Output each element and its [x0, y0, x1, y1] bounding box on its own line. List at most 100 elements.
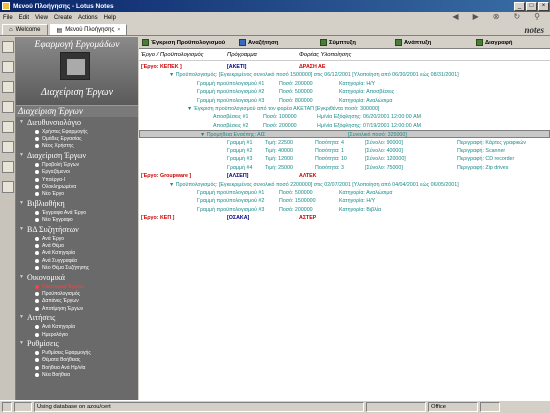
- delete-button[interactable]: Διαγραφή: [474, 38, 544, 48]
- table-row[interactable]: Αποσβέσεις #1 Ποσό: 100000 Ημ/νία Εξόφληση…: [139, 113, 550, 121]
- status-signal-icon[interactable]: [14, 402, 32, 412]
- bookmark-databases-icon[interactable]: [2, 161, 14, 173]
- table-row[interactable]: ▼ Έγκριση προϋπολογισμού από τον φορέα Α…: [139, 105, 550, 113]
- nav-item[interactable]: Νέο Θέμα Συζήτησης: [16, 264, 138, 271]
- minimize-button[interactable]: _: [514, 1, 525, 11]
- nav-item[interactable]: Ανά Έργο: [16, 235, 138, 242]
- nav-item[interactable]: Χρήστες Εφαρμογής: [16, 128, 138, 135]
- nav-category[interactable]: ▼ Διαχείριση Έργων: [16, 150, 138, 161]
- table-row[interactable]: Γραμμή #1 Τιμή: 22500 Ποσότητα: 4 [Σύνολο: …: [139, 139, 550, 147]
- nav-item[interactable]: Εργαζόμενοι: [16, 169, 138, 176]
- collapse-button[interactable]: Σύμπτυξη: [318, 38, 392, 48]
- nav-category[interactable]: ▼ Αιτήσεις: [16, 312, 138, 323]
- nav-item[interactable]: Ανά Κατηγορία: [16, 323, 138, 330]
- nav-category[interactable]: ▼ Οικονομικά: [16, 272, 138, 283]
- forward-icon[interactable]: ▶: [473, 12, 479, 21]
- nav-item[interactable]: Προβολή Έργων: [16, 161, 138, 168]
- expand-triangle-icon[interactable]: ▼: [19, 315, 27, 320]
- menu-file[interactable]: File: [3, 15, 13, 21]
- table-row[interactable]: Γραμμή προϋπολογισμού #3 Ποσό: 800000 Κατη…: [139, 97, 550, 105]
- nav-item-label: Ομάδες Εργασίας: [42, 136, 82, 143]
- table-cell: ▼ Προϋπολογισμός: [Εγκεκριμένος συνολικό…: [169, 181, 459, 188]
- close-button[interactable]: ×: [538, 1, 549, 11]
- table-row[interactable]: Γραμμή #2 Τιμή: 40000 Ποσότητα: 1 [Σύνολο: …: [139, 147, 550, 155]
- expand-triangle-icon[interactable]: ▼: [19, 275, 27, 280]
- table-cell: Κατηγορία: Αποσβέσεις: [339, 89, 395, 96]
- table-row[interactable]: Γραμμή προϋπολογισμού #3 Ποσό: 200000 Κατη…: [139, 206, 550, 214]
- table-cell: [Έργο: ΚΕΠΕΚ ]: [141, 64, 182, 70]
- expand-triangle-icon[interactable]: ▼: [19, 153, 27, 158]
- refresh-icon[interactable]: ↻: [513, 12, 520, 21]
- column-header-project[interactable]: Έργο / Προϋπολογισμός: [141, 52, 204, 58]
- nav-item[interactable]: Ανά Κατηγορία: [16, 250, 138, 257]
- bookmark-address-icon[interactable]: [2, 81, 14, 93]
- expand-triangle-icon[interactable]: ▼: [19, 120, 27, 125]
- table-row[interactable]: ▼ Προϋπολογισμός: [Εγκεκριμένος συνολικό…: [139, 181, 550, 189]
- nav-item[interactable]: Νέα Βοήθεια: [16, 371, 138, 378]
- table-row[interactable]: Γραμμή προϋπολογισμού #2 Ποσό: 500000 Κατη…: [139, 88, 550, 96]
- table-row[interactable]: Γραμμή #4 Τιμή: 25000 Ποσότητα: 3 [Σύνολο: …: [139, 164, 550, 172]
- table-row[interactable]: ▼ Προϋπολογισμός: [Εγκεκριμένος συνολικό…: [139, 71, 550, 79]
- inbox-icon[interactable]: [480, 402, 500, 412]
- table-row[interactable]: [Έργο: Groupware ] [ΑΛΣΕΠ] ΑΛΤΕΚ: [139, 172, 550, 180]
- nav-category[interactable]: ▼ Διευθυνσιολόγιο: [16, 117, 138, 128]
- nav-item[interactable]: Προϋπολογισμός: [16, 290, 138, 297]
- bookmark-mail-icon[interactable]: [2, 41, 14, 53]
- nav-item[interactable]: Ημερολόγιο: [16, 331, 138, 338]
- table-row[interactable]: Γραμμή #3 Τιμή: 12000 Ποσότητα: 10 [Σύνολο:…: [139, 155, 550, 163]
- search-button[interactable]: Αναζήτηση: [237, 38, 317, 48]
- expand-triangle-icon[interactable]: ▼: [19, 201, 27, 206]
- nav-category[interactable]: ▼ ΒΔ Συζητήσεων: [16, 224, 138, 235]
- nav-item[interactable]: Ανά Συγγραφέα: [16, 257, 138, 264]
- nav-item[interactable]: Νέος Χρήστης: [16, 143, 138, 150]
- menu-actions[interactable]: Actions: [78, 15, 98, 21]
- table-row[interactable]: ▼ Προμήθεια Ενσέπης: ΑΙΣ [Συνολικό ποσό: …: [139, 130, 550, 139]
- nav-item[interactable]: Έγγραφα Ανά Έργο: [16, 209, 138, 216]
- bookmark-todo-icon[interactable]: [2, 101, 14, 113]
- status-blank: [366, 402, 426, 412]
- nav-category[interactable]: ▼ Βιβλιοθήκη: [16, 198, 138, 209]
- table-cell: Ποσό: 1500000: [279, 198, 316, 205]
- tab-navigation-menu[interactable]: ▤ Μενού Πλοήγησης ×: [49, 24, 128, 35]
- bookmark-favorites-icon[interactable]: [2, 141, 14, 153]
- table-row[interactable]: Αποσβέσεις #2 Ποσό: 200000 Ημ/νία Εξόφληση…: [139, 122, 550, 130]
- back-icon[interactable]: ◀: [452, 12, 458, 21]
- nav-item[interactable]: Υποέργα-Ι: [16, 176, 138, 183]
- stop-icon[interactable]: ⊗: [493, 12, 500, 21]
- nav-item[interactable]: Θέματα Βοήθειας: [16, 357, 138, 364]
- expand-triangle-icon[interactable]: ▼: [19, 227, 27, 232]
- tab-welcome[interactable]: ⌂ Welcome: [2, 24, 48, 35]
- menu-edit[interactable]: Edit: [19, 15, 29, 21]
- bookmark-calendar-icon[interactable]: [2, 61, 14, 73]
- bookmark-more-icon[interactable]: [2, 181, 14, 193]
- tab-close-icon[interactable]: ×: [117, 27, 120, 33]
- table-row[interactable]: Γραμμή προϋπολογισμού #1 Ποσό: 500000 Κατη…: [139, 189, 550, 197]
- approve-budget-button[interactable]: Έγκριση Προϋπολογισμού: [140, 38, 236, 48]
- menu-view[interactable]: View: [35, 15, 48, 21]
- menu-create[interactable]: Create: [54, 15, 72, 21]
- nav-item[interactable]: Ομάδες Εργασίας: [16, 135, 138, 142]
- expand-button[interactable]: Ανάπτυξη: [393, 38, 473, 48]
- nav-item[interactable]: Βοήθεια Ανά Ηρ/νία: [16, 364, 138, 371]
- table-row[interactable]: [Έργο: ΚΕΠΕΚ ] [ΑΚΕΤΙ] ΔΡΑΣΗ ΑΕ: [139, 63, 550, 71]
- nav-item[interactable]: Δαπάνες Έργων: [16, 298, 138, 305]
- table-row[interactable]: Γραμμή προϋπολογισμού #2 Ποσό: 1500000 Κατ…: [139, 197, 550, 205]
- search-icon[interactable]: ⚲: [534, 12, 540, 21]
- nav-category[interactable]: ▼ Ρυθμίσεις: [16, 338, 138, 349]
- table-row[interactable]: Γραμμή προϋπολογισμού #1 Ποσό: 200000 Κατη…: [139, 80, 550, 88]
- nav-item[interactable]: Ρυθμίσεις Εφαρμογής: [16, 349, 138, 356]
- nav-item[interactable]: Νέο Έγγραφο: [16, 217, 138, 224]
- location-selector[interactable]: Office: [428, 402, 478, 412]
- table-row[interactable]: [Έργο: ΚΕΠ ] [ΟΣΑΚΑ] ΑΣΤΕΡ: [139, 214, 550, 222]
- nav-item[interactable]: Νέο Έργο: [16, 191, 138, 198]
- menu-help[interactable]: Help: [104, 15, 116, 21]
- nav-item[interactable]: Αποτίμηση Έργων: [16, 305, 138, 312]
- column-header-agency[interactable]: Φορέας Υλοποίησης: [299, 52, 351, 58]
- expand-triangle-icon[interactable]: ▼: [19, 341, 27, 346]
- bookmark-replicator-icon[interactable]: [2, 121, 14, 133]
- nav-item[interactable]: Ανά Θέμα: [16, 242, 138, 249]
- maximize-button[interactable]: □: [526, 1, 537, 11]
- nav-item[interactable]: Ολοκληρωμένα: [16, 183, 138, 190]
- column-header-program[interactable]: Πρόγραμμα: [227, 52, 257, 58]
- nav-item[interactable]: Οικονομικά Έργων: [16, 283, 138, 290]
